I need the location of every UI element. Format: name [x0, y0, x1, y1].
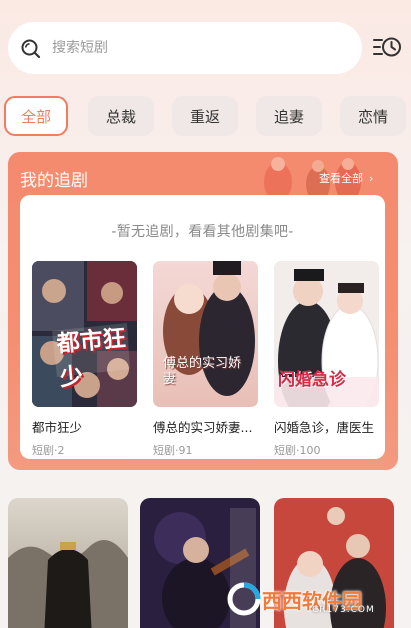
tab-all[interactable]: 全部	[4, 96, 68, 136]
my-follows-title: 我的追剧	[20, 171, 88, 191]
category-tabs: 全部 总裁 重返 追妻 恋情	[0, 96, 411, 138]
drama-meta: 短剧·100	[274, 444, 321, 457]
tab-chase-wife[interactable]: 追妻	[256, 96, 322, 136]
chevron-right-icon: ›	[369, 171, 374, 185]
drama-meta: 短剧·91	[153, 444, 193, 457]
poster-title: 都市狂少	[55, 325, 127, 392]
tab-romance[interactable]: 恋情	[340, 96, 406, 136]
watermark-sub: CR173.COM	[312, 605, 375, 615]
history-icon[interactable]	[372, 34, 402, 62]
view-all-link[interactable]: 查看全部 ›	[319, 170, 373, 186]
drama-name: 闪婚急诊，唐医生	[274, 420, 375, 435]
drama-card[interactable]: 都市狂少 都市狂少 短剧·2	[32, 261, 137, 458]
drama-name: 都市狂少	[32, 420, 83, 435]
search-icon	[21, 39, 41, 59]
search-input[interactable]	[52, 34, 332, 62]
drama-poster: 闪婚急诊	[274, 261, 379, 407]
watermark: 西西软件园 CR173.COM	[226, 578, 396, 620]
drama-poster-tile[interactable]	[8, 498, 128, 628]
drama-poster: 都市狂少	[32, 261, 137, 407]
drama-poster: 傅总的实习娇妻	[153, 261, 258, 407]
drama-card[interactable]: 闪婚急诊 闪婚急诊，唐医生 短剧·100	[274, 261, 379, 458]
drama-card[interactable]: 傅总的实习娇妻 傅总的实习娇妻... 短剧·91	[153, 261, 258, 458]
view-all-label: 查看全部	[319, 172, 363, 185]
drama-meta: 短剧·2	[32, 444, 65, 457]
tab-ceo[interactable]: 总裁	[88, 96, 154, 136]
watermark-logo-icon	[227, 582, 261, 616]
tab-return[interactable]: 重返	[172, 96, 238, 136]
my-follows-card: 我的追剧 查看全部 › -暂无追剧，看看其他剧集吧- 都市狂少 都市狂少 短剧·…	[8, 152, 398, 470]
drama-name: 傅总的实习娇妻...	[153, 420, 253, 435]
search-bar[interactable]	[8, 22, 362, 74]
poster-title: 傅总的实习娇妻	[163, 356, 242, 387]
poster-title: 闪婚急诊	[278, 370, 346, 390]
follows-panel: -暂无追剧，看看其他剧集吧- 都市狂少 都市狂少 短剧·2 傅总的实习娇妻 傅总…	[20, 195, 385, 459]
empty-hint: -暂无追剧，看看其他剧集吧-	[111, 224, 294, 240]
